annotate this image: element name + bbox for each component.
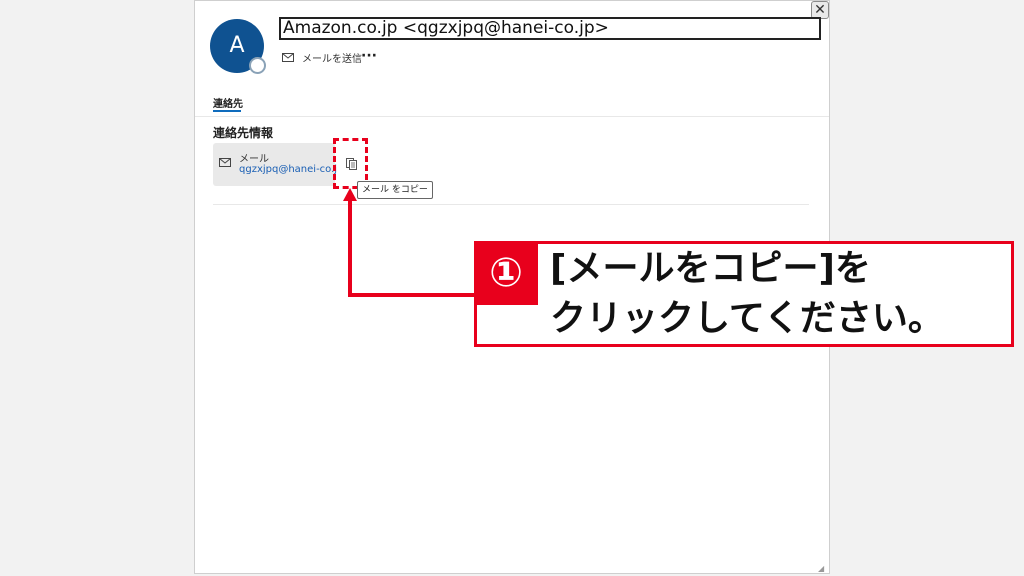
step-number-badge: ① (474, 241, 538, 305)
instruction-line-2: クリックしてください。 (550, 298, 944, 339)
instruction-text: [メールをコピー]を クリックしてください。 (550, 244, 1010, 344)
instruction-line-1: [メールをコピー]を (550, 248, 871, 289)
resize-grip-icon[interactable]: ◢ (818, 564, 824, 573)
